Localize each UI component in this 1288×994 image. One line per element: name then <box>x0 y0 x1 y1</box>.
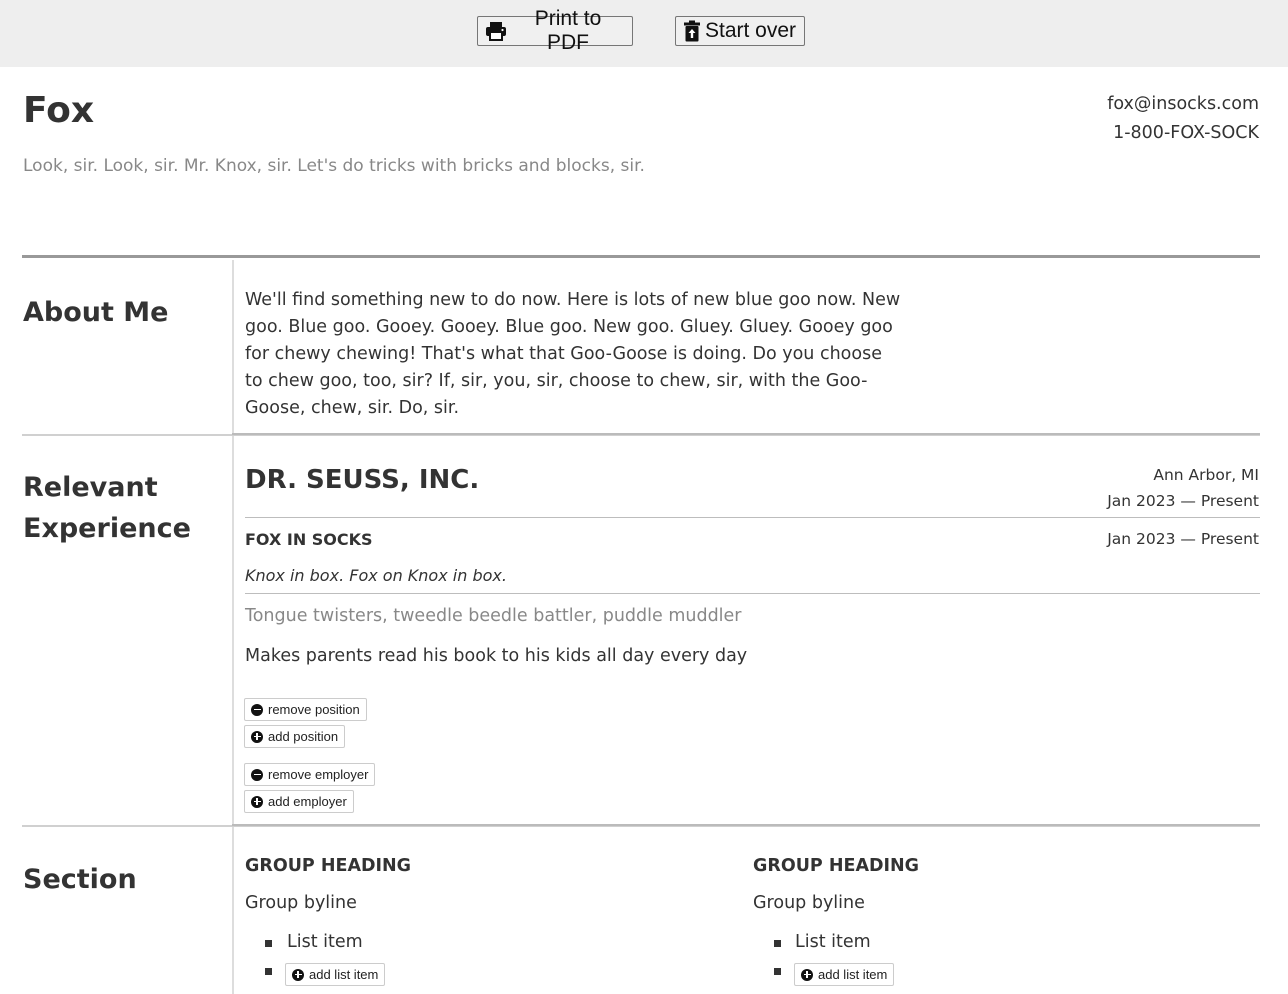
print-to-pdf-button[interactable]: Print to PDF <box>477 7 633 54</box>
add-list-item-button[interactable]: add list item <box>285 963 386 986</box>
position-skills: Tongue twisters, tweedle beedle battler,… <box>245 606 742 626</box>
group-heading: GROUP HEADING <box>245 856 412 876</box>
section-divider-accent <box>232 433 1260 435</box>
trash-icon <box>683 20 701 42</box>
section-divider-accent <box>232 824 1260 826</box>
contact-email: fox@insocks.com <box>1107 94 1259 114</box>
contact-info: fox@insocks.com 1-800-FOX-SOCK <box>1107 90 1259 148</box>
experience-title-line1: Relevant <box>23 472 158 503</box>
add-position-label: add position <box>268 729 339 744</box>
experience-section-title: Relevant Experience <box>23 467 191 549</box>
plus-circle-icon <box>801 968 813 981</box>
employer-divider <box>245 517 1260 518</box>
add-employer-label: add employer <box>268 794 347 809</box>
list-item: List item <box>795 932 871 952</box>
remove-employer-label: remove employer <box>268 767 369 782</box>
experience-title-line2: Experience <box>23 513 191 544</box>
position-dates: Jan 2023 — Present <box>1107 530 1259 548</box>
list-bullet <box>265 968 272 975</box>
add-list-item-button[interactable]: add list item <box>794 963 895 986</box>
position-divider <box>245 593 1260 594</box>
resume-name: Fox <box>23 90 95 131</box>
remove-position-label: remove position <box>268 702 360 717</box>
start-over-label: Start over <box>705 19 797 42</box>
section-divider-vertical <box>232 260 234 434</box>
group-byline: Group byline <box>245 893 357 913</box>
list-bullet <box>774 940 781 947</box>
minus-circle-icon <box>251 768 263 781</box>
employer-location: Ann Arbor, MI <box>1153 466 1259 484</box>
about-text: We'll find something new to do now. Here… <box>245 290 901 418</box>
print-to-pdf-label: Print to PDF <box>534 7 602 54</box>
add-employer-button[interactable]: add employer <box>244 790 354 813</box>
group-heading: GROUP HEADING <box>753 856 920 876</box>
plus-circle-icon <box>251 730 263 743</box>
section-divider-vertical <box>232 827 234 994</box>
plus-circle-icon <box>292 968 304 981</box>
remove-position-button[interactable]: remove position <box>244 698 367 721</box>
add-position-button[interactable]: add position <box>244 725 346 748</box>
header-divider <box>22 255 1260 258</box>
add-list-item-label: add list item <box>818 967 888 982</box>
list-item: List item <box>287 932 363 952</box>
remove-employer-button[interactable]: remove employer <box>244 763 376 786</box>
group-byline: Group byline <box>753 893 865 913</box>
toolbar: Print to PDF Start over <box>0 0 1288 67</box>
resume-tagline: Look, sir. Look, sir. Mr. Knox, sir. Let… <box>23 156 645 176</box>
contact-phone: 1-800-FOX-SOCK <box>1113 123 1259 143</box>
plus-circle-icon <box>251 795 263 808</box>
generic-section-title: Section <box>23 864 137 895</box>
employer-meta: Ann Arbor, MI Jan 2023 — Present <box>1107 462 1259 514</box>
about-section-title: About Me <box>23 297 169 328</box>
position-duty: Makes parents read his book to his kids … <box>245 646 748 666</box>
section-divider-vertical <box>232 436 234 825</box>
employer-dates: Jan 2023 — Present <box>1107 492 1259 510</box>
position-title: FOX IN SOCKS <box>245 530 373 549</box>
printer-icon <box>485 21 507 41</box>
start-over-button[interactable]: Start over <box>675 16 805 46</box>
add-list-item-label: add list item <box>309 967 379 982</box>
position-summary: Knox in box. Fox on Knox in box. <box>245 566 507 585</box>
list-bullet <box>774 968 781 975</box>
list-bullet <box>265 940 272 947</box>
employer-name: DR. SEUSS, INC. <box>245 465 480 495</box>
minus-circle-icon <box>251 703 263 716</box>
